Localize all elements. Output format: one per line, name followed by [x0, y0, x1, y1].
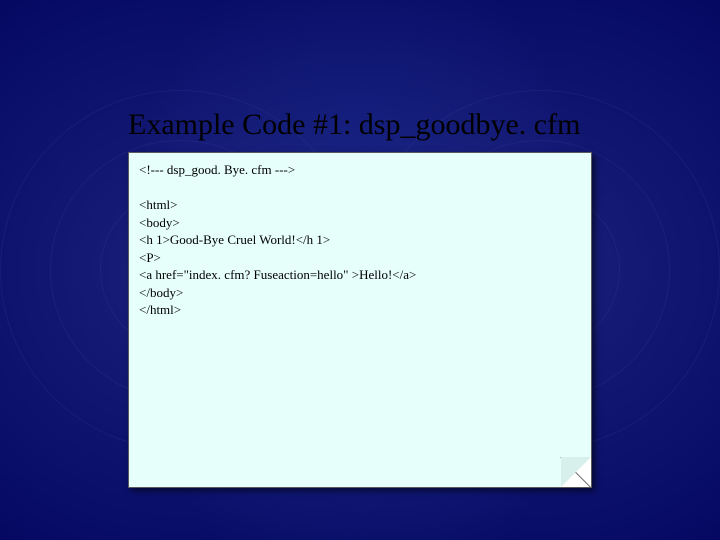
code-content: <!--- dsp_good. Bye. cfm ---> <html> <bo… [139, 161, 581, 319]
page-curl-icon [561, 457, 591, 487]
code-line: </html> [139, 302, 181, 317]
code-line: <body> [139, 215, 180, 230]
code-line: <P> [139, 250, 161, 265]
code-line: <html> [139, 197, 178, 212]
code-line: <h 1>Good-Bye Cruel World!</h 1> [139, 232, 330, 247]
slide-title: Example Code #1: dsp_goodbye. cfm [128, 108, 580, 142]
code-box: <!--- dsp_good. Bye. cfm ---> <html> <bo… [128, 152, 592, 488]
code-line: <!--- dsp_good. Bye. cfm ---> [139, 162, 295, 177]
code-line: <a href="index. cfm? Fuseaction=hello" >… [139, 267, 416, 282]
code-line: </body> [139, 285, 183, 300]
